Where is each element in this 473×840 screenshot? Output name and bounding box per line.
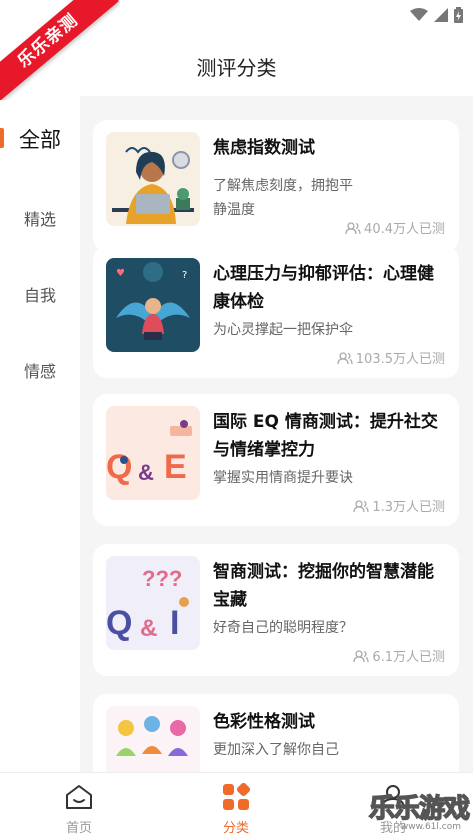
sidebar-item-emotion[interactable]: 情感 bbox=[0, 358, 80, 382]
test-card[interactable]: 色彩性格测试 更加深入了解你自己 bbox=[93, 694, 459, 772]
test-description: 好奇自己的聪明程度？ bbox=[213, 620, 353, 636]
anxious-woman-illustration bbox=[106, 132, 200, 226]
colorful-people-illustration bbox=[106, 706, 200, 772]
svg-text:???: ??? bbox=[142, 566, 182, 591]
svg-text:E: E bbox=[164, 448, 187, 486]
users-icon bbox=[353, 499, 369, 512]
home-icon bbox=[66, 785, 92, 809]
sidebar-item-self[interactable]: 自我 bbox=[0, 282, 80, 306]
test-title: 国际 EQ 情商测试：提升社交与情绪掌控力 bbox=[213, 412, 438, 460]
signal-icon bbox=[434, 8, 448, 22]
svg-text:?: ? bbox=[182, 270, 187, 281]
users-icon bbox=[337, 351, 353, 364]
sidebar-item-all[interactable]: 全部 bbox=[0, 124, 80, 154]
test-card[interactable]: ♥ ? 心理压力与抑郁评估：心理健康体检 为心灵撑起一把保护伞 103.5万人已… bbox=[93, 246, 459, 378]
status-icons bbox=[410, 7, 463, 23]
category-icon bbox=[223, 782, 251, 810]
svg-text:&: & bbox=[140, 615, 157, 642]
tab-category[interactable]: 分类 bbox=[196, 782, 276, 836]
test-card[interactable]: ??? Q & I 智商测试：挖掘你的智慧潜能宝藏 好奇自己的聪明程度？ 6.1… bbox=[93, 544, 459, 676]
test-card[interactable]: 焦虑指数测试 了解焦虑刻度，拥抱平静温度 40.4万人已测 bbox=[93, 120, 459, 252]
test-count: 40.4万人已测 bbox=[345, 218, 445, 237]
test-title: 智商测试：挖掘你的智慧潜能宝藏 bbox=[213, 562, 434, 610]
users-icon bbox=[345, 221, 361, 234]
test-card[interactable]: Q & E 国际 EQ 情商测试：提升社交与情绪掌控力 掌握实用情商提升要诀 1… bbox=[93, 394, 459, 526]
question-marks-illustration: ??? Q & I bbox=[106, 556, 200, 650]
qa-illustration: Q & E bbox=[106, 406, 200, 500]
test-description: 了解焦虑刻度，拥抱平静温度 bbox=[213, 178, 353, 218]
ribbon-text: 乐乐亲测 bbox=[0, 0, 119, 100]
svg-text:I: I bbox=[170, 604, 179, 642]
corner-ribbon: 乐乐亲测 bbox=[0, 0, 120, 100]
tab-category-label: 分类 bbox=[222, 821, 249, 836]
battery-icon bbox=[454, 7, 463, 23]
test-count-text: 1.3万人已测 bbox=[372, 500, 445, 515]
test-description: 掌握实用情商提升要诀 bbox=[213, 470, 353, 486]
svg-text:Q: Q bbox=[106, 604, 132, 642]
test-count-text: 6.1万人已测 bbox=[372, 650, 445, 665]
tab-home[interactable]: 首页 bbox=[39, 783, 119, 836]
test-title: 色彩性格测试 bbox=[213, 712, 315, 732]
svg-text:Q: Q bbox=[106, 448, 132, 486]
test-count: 103.5万人已测 bbox=[337, 348, 445, 367]
category-sidebar: 全部 精选 自我 情感 bbox=[0, 96, 80, 772]
watermark-logo: 乐乐游戏 www.61l.com bbox=[365, 788, 471, 836]
test-title: 焦虑指数测试 bbox=[213, 138, 315, 158]
tab-home-label: 首页 bbox=[65, 821, 92, 836]
test-description: 更加深入了解你自己 bbox=[213, 742, 339, 758]
svg-text:♥: ♥ bbox=[116, 268, 125, 279]
test-count: 1.3万人已测 bbox=[353, 496, 445, 515]
users-icon bbox=[353, 649, 369, 662]
svg-text:&: & bbox=[138, 460, 154, 485]
stressed-person-illustration: ♥ ? bbox=[106, 258, 200, 352]
sidebar-item-featured[interactable]: 精选 bbox=[0, 206, 80, 230]
test-count-text: 103.5万人已测 bbox=[355, 352, 445, 367]
test-title: 心理压力与抑郁评估：心理健康体检 bbox=[213, 264, 434, 312]
wifi-icon bbox=[410, 8, 428, 21]
test-description: 为心灵撑起一把保护伞 bbox=[213, 322, 353, 338]
watermark-url: www.61l.com bbox=[400, 822, 461, 832]
watermark-text: 乐乐游戏 bbox=[368, 793, 471, 825]
test-count: 6.1万人已测 bbox=[353, 646, 445, 665]
test-count-text: 40.4万人已测 bbox=[364, 222, 445, 237]
test-list: 焦虑指数测试 了解焦虑刻度，拥抱平静温度 40.4万人已测 ♥ ? 心理压力与抑… bbox=[80, 96, 473, 772]
